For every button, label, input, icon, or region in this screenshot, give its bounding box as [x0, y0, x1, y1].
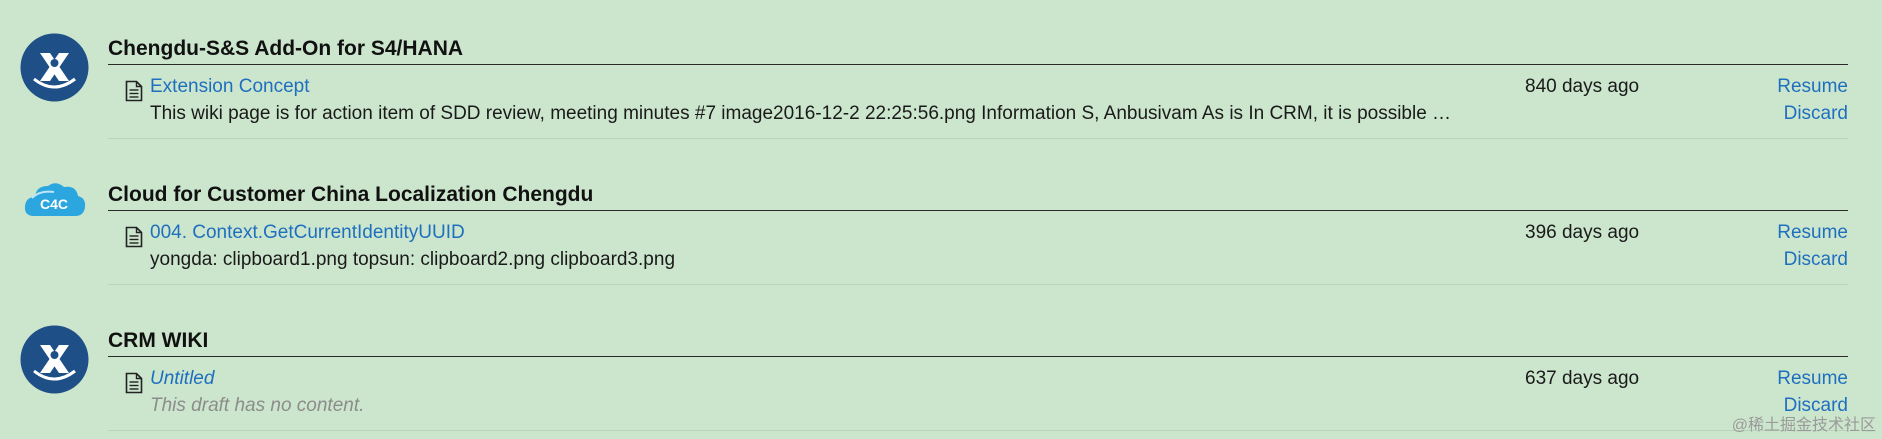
drafts-page: Chengdu-S&S Add-On for S4/HANA Extension… [0, 0, 1882, 439]
resume-button[interactable]: Resume [1777, 222, 1848, 244]
discard-button[interactable]: Discard [1784, 103, 1848, 125]
space-avatar[interactable] [20, 325, 89, 394]
draft-title-link[interactable]: 004. Context.GetCurrentIdentityUUID [150, 222, 465, 244]
draft-row: Extension Concept This wiki page is for … [108, 76, 1848, 139]
draft-title-link[interactable]: Untitled [150, 368, 214, 390]
confluence-space-icon [20, 33, 89, 102]
discard-button[interactable]: Discard [1784, 249, 1848, 271]
watermark: @稀土掘金技术社区 [1731, 417, 1876, 434]
resume-button[interactable]: Resume [1777, 76, 1848, 98]
document-icon [125, 226, 143, 248]
space-title[interactable]: Cloud for Customer China Localization Ch… [108, 183, 1848, 211]
draft-row: 004. Context.GetCurrentIdentityUUID yong… [108, 222, 1848, 285]
draft-excerpt: yongda: clipboard1.png topsun: clipboard… [150, 249, 676, 270]
draft-excerpt: This wiki page is for action item of SDD… [150, 103, 1452, 124]
space-title[interactable]: Chengdu-S&S Add-On for S4/HANA [108, 37, 1848, 65]
space-title[interactable]: CRM WIKI [108, 329, 1848, 357]
draft-title-link[interactable]: Extension Concept [150, 76, 310, 98]
document-icon [125, 372, 143, 394]
draft-row: Untitled This draft has no content. 637 … [108, 368, 1848, 431]
c4c-cloud-icon: C4C [24, 183, 86, 216]
space-avatar[interactable]: C4C [20, 166, 89, 235]
draft-age: 637 days ago [1525, 368, 1640, 389]
draft-excerpt: This draft has no content. [150, 395, 365, 416]
document-icon [125, 80, 143, 102]
resume-button[interactable]: Resume [1777, 368, 1848, 390]
draft-age: 840 days ago [1525, 76, 1640, 97]
draft-age: 396 days ago [1525, 222, 1640, 243]
space-avatar[interactable] [20, 33, 89, 102]
c4c-logo-text: C4C [40, 196, 68, 212]
confluence-space-icon [20, 325, 89, 394]
